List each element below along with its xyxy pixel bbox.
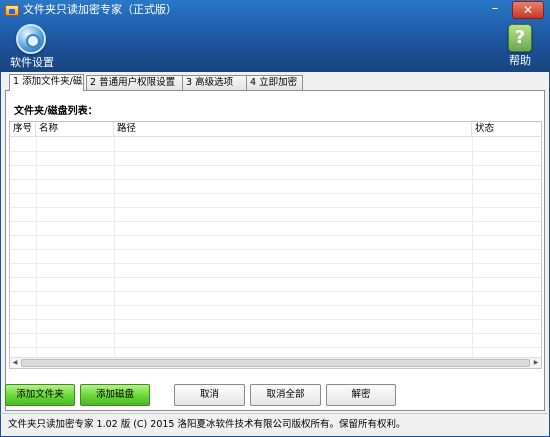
column-name[interactable]: 名称 bbox=[36, 122, 114, 137]
grid-line bbox=[10, 151, 541, 152]
status-bar: 文件夹只读加密专家 1.02 版 (C) 2015 洛阳夏冰软件技术有限公司版权… bbox=[0, 413, 550, 437]
tab-add-folder-disk[interactable]: 1 添加文件夹/磁盘 bbox=[9, 74, 84, 91]
column-index[interactable]: 序号 bbox=[10, 122, 36, 137]
window-title: 文件夹只读加密专家（正式版） bbox=[23, 3, 177, 16]
app-icon bbox=[5, 5, 19, 16]
tab-user-permissions[interactable]: 2 普通用户权限设置 bbox=[86, 75, 183, 90]
grid-line bbox=[10, 263, 541, 264]
list-title: 文件夹/磁盘列表： bbox=[14, 106, 98, 117]
tab-encrypt-now[interactable]: 4 立即加密 bbox=[246, 75, 303, 90]
grid-column-line bbox=[472, 137, 473, 357]
grid-line bbox=[10, 221, 541, 222]
grid-line bbox=[10, 193, 541, 194]
cancel-all-button[interactable]: 取消全部 bbox=[250, 384, 321, 406]
grid-line bbox=[10, 207, 541, 208]
help-icon: ? bbox=[508, 24, 532, 52]
column-status[interactable]: 状态 bbox=[472, 122, 541, 137]
folder-disk-list[interactable]: 序号 名称 路径 状态 ◀ ▶ bbox=[9, 121, 542, 369]
add-folder-button[interactable]: 添加文件夹 bbox=[5, 384, 75, 406]
grid-column-line bbox=[36, 137, 37, 357]
list-body bbox=[10, 137, 541, 357]
grid-line bbox=[10, 291, 541, 292]
column-path[interactable]: 路径 bbox=[114, 122, 472, 137]
tab-panel: 文件夹/磁盘列表： 序号 名称 路径 状态 ◀ ▶ bbox=[5, 90, 545, 411]
status-text: 文件夹只读加密专家 1.02 版 (C) 2015 洛阳夏冰软件技术有限公司版权… bbox=[8, 419, 406, 430]
grid-line bbox=[10, 347, 541, 348]
gear-icon bbox=[16, 24, 46, 54]
grid-line bbox=[10, 277, 541, 278]
help-button[interactable]: ? 帮助 bbox=[503, 24, 537, 67]
grid-line bbox=[10, 179, 541, 180]
scroll-left-icon[interactable]: ◀ bbox=[10, 358, 20, 368]
add-disk-button[interactable]: 添加磁盘 bbox=[80, 384, 150, 406]
grid-column-line bbox=[114, 137, 115, 357]
horizontal-scrollbar[interactable]: ◀ ▶ bbox=[10, 357, 541, 368]
settings-label: 软件设置 bbox=[10, 56, 54, 69]
grid-line bbox=[10, 235, 541, 236]
grid-line bbox=[10, 333, 541, 334]
grid-line bbox=[10, 165, 541, 166]
minimize-button[interactable]: – bbox=[484, 1, 506, 19]
main-area: 1 添加文件夹/磁盘 2 普通用户权限设置 3 高级选项 4 立即加密 文件夹/… bbox=[0, 72, 550, 413]
scroll-right-icon[interactable]: ▶ bbox=[531, 358, 541, 368]
close-button[interactable]: ✕ bbox=[512, 1, 544, 19]
title-bar: 文件夹只读加密专家（正式版） – ✕ 软件设置 ? 帮助 bbox=[0, 0, 550, 72]
list-header: 序号 名称 路径 状态 bbox=[10, 122, 541, 137]
grid-line bbox=[10, 319, 541, 320]
help-label: 帮助 bbox=[509, 54, 531, 67]
grid-line bbox=[10, 305, 541, 306]
tab-advanced-options[interactable]: 3 高级选项 bbox=[182, 75, 247, 90]
decrypt-button[interactable]: 解密 bbox=[326, 384, 396, 406]
scrollbar-thumb[interactable] bbox=[21, 359, 530, 367]
grid-line bbox=[10, 249, 541, 250]
settings-button[interactable]: 软件设置 bbox=[10, 24, 54, 69]
cancel-button[interactable]: 取消 bbox=[174, 384, 245, 406]
